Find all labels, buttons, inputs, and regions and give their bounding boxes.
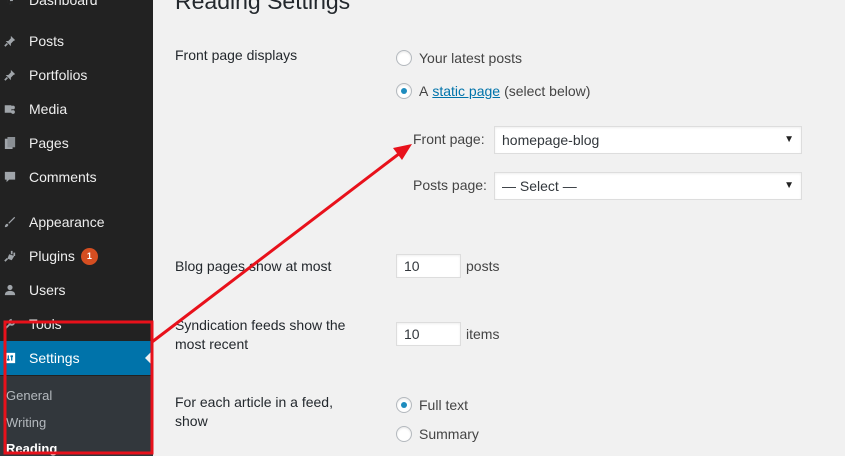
menu-settings[interactable]: Settings: [0, 341, 153, 375]
static-page-link[interactable]: static page: [432, 83, 500, 99]
option-latest-posts[interactable]: Your latest posts: [396, 50, 522, 66]
brush-icon: [4, 214, 16, 230]
pin-icon: [4, 67, 16, 83]
menu-posts[interactable]: Posts: [0, 24, 153, 58]
radio-latest-posts[interactable]: [396, 50, 412, 66]
feed-article-label: For each article in a feed, show: [175, 394, 333, 429]
annotation-arrowhead: [393, 144, 412, 160]
front-page-select[interactable]: homepage-blog ▼: [494, 126, 802, 154]
option-static-page[interactable]: A static page (select below): [396, 83, 590, 99]
menu-portfolios[interactable]: Portfolios: [0, 58, 153, 92]
menu-media[interactable]: Media: [0, 92, 153, 126]
dashboard-icon: ◔: [5, 0, 15, 8]
settings-icon: [4, 350, 16, 366]
admin-sidebar: ◔ Dashboard Posts Portfolios Media Pages…: [0, 0, 153, 456]
user-icon: [4, 282, 16, 298]
menu-tools[interactable]: Tools: [0, 307, 153, 341]
plugin-icon: [4, 248, 16, 264]
syndication-input[interactable]: 10: [396, 322, 461, 346]
blog-pages-label: Blog pages show at most: [175, 258, 332, 274]
blog-pages-unit: posts: [466, 258, 500, 274]
blog-pages-input[interactable]: 10: [396, 254, 461, 278]
menu-comments[interactable]: Comments: [0, 160, 153, 194]
pin-icon: [4, 33, 16, 49]
menu-users[interactable]: Users: [0, 273, 153, 307]
submenu-general[interactable]: General: [6, 388, 52, 403]
radio-summary[interactable]: [396, 426, 412, 442]
annotation-arrow-line: [151, 148, 405, 344]
menu-plugins[interactable]: Plugins 1: [0, 239, 153, 273]
syndication-label: Syndication feeds show the most recent: [175, 317, 346, 352]
settings-submenu: General Writing Reading: [0, 376, 153, 456]
comment-icon: [4, 169, 16, 185]
update-count-badge: 1: [80, 247, 98, 265]
dropdown-arrow-icon: ▼: [784, 134, 794, 145]
posts-page-select[interactable]: — Select — ▼: [494, 172, 802, 200]
dropdown-arrow-icon: ▼: [784, 180, 794, 191]
syndication-unit: items: [466, 326, 500, 342]
submenu-writing[interactable]: Writing: [6, 415, 46, 430]
media-icon: [4, 101, 16, 117]
radio-full-text[interactable]: [396, 397, 412, 413]
pages-icon: [4, 135, 16, 151]
wrench-icon: [4, 316, 16, 332]
menu-appearance[interactable]: Appearance: [0, 205, 153, 239]
radio-static-page[interactable]: [396, 83, 412, 99]
option-full-text[interactable]: Full text: [396, 397, 468, 413]
posts-page-label: Posts page:: [413, 177, 487, 193]
front-page-displays-label: Front page displays: [175, 47, 298, 63]
front-page-label: Front page:: [413, 131, 485, 147]
option-summary[interactable]: Summary: [396, 426, 479, 442]
submenu-reading[interactable]: Reading: [6, 441, 57, 456]
page-title: Reading Settings: [175, 0, 351, 14]
menu-pages[interactable]: Pages: [0, 126, 153, 160]
menu-dashboard[interactable]: ◔ Dashboard: [0, 0, 153, 17]
